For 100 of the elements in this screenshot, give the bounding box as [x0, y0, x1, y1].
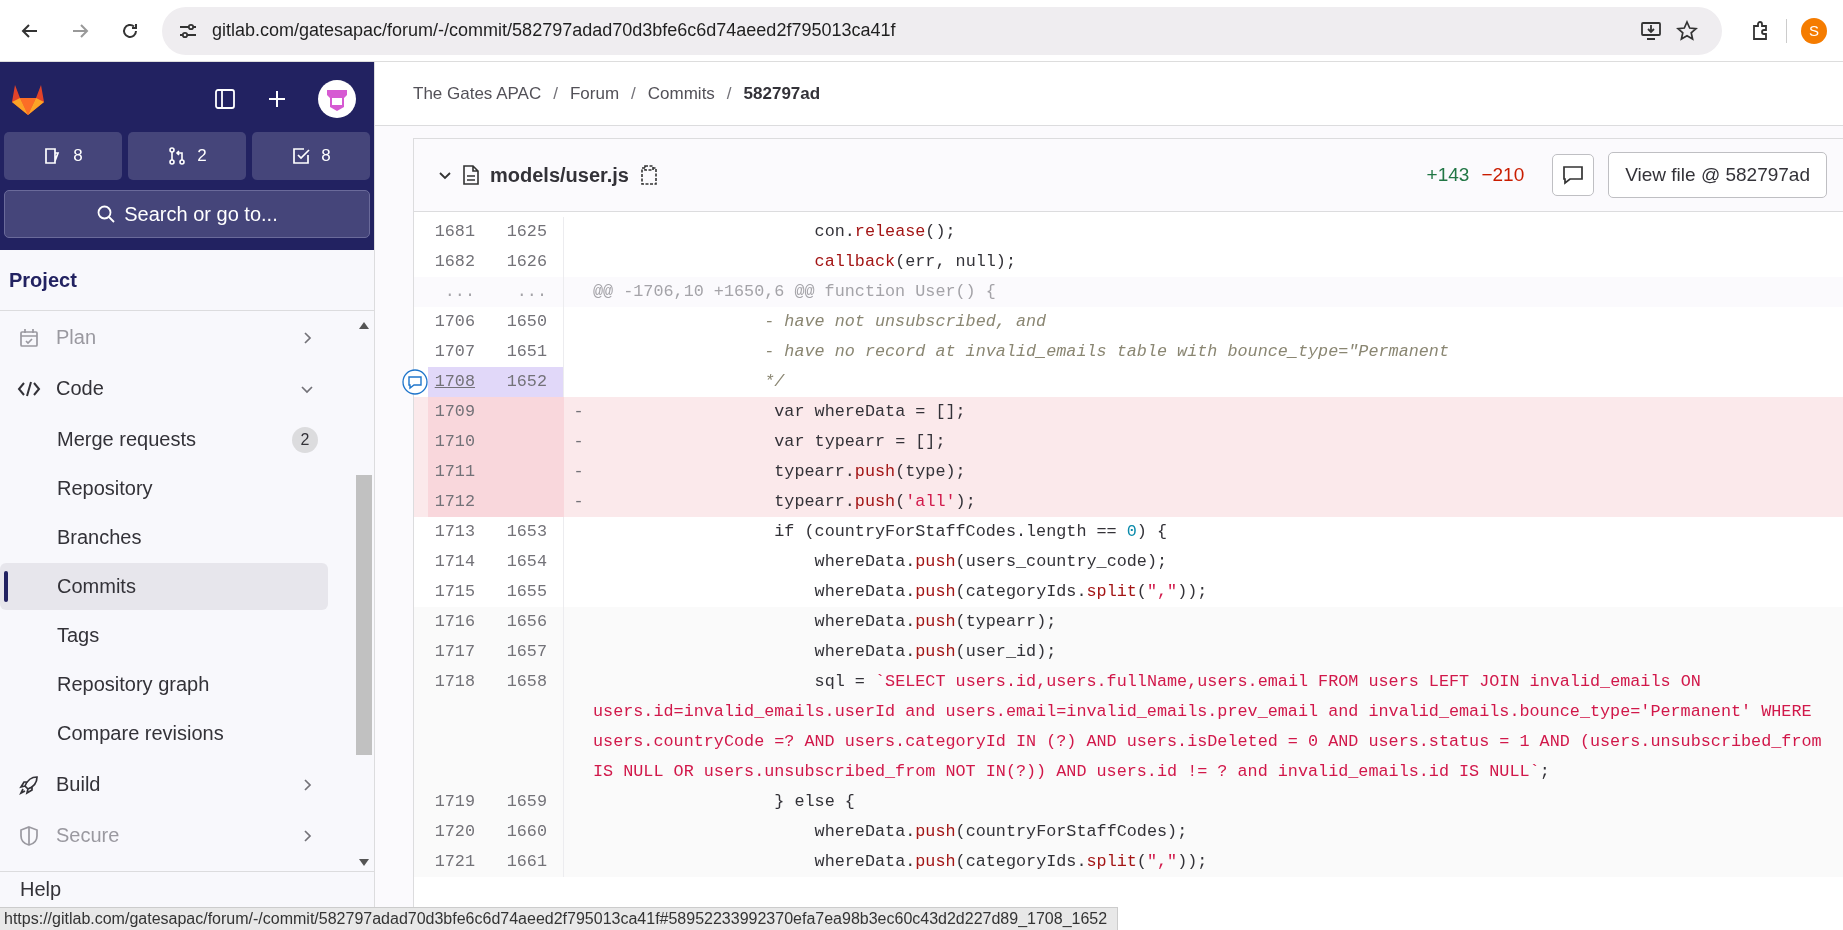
rocket-icon	[18, 773, 40, 796]
breadcrumb-separator: /	[726, 83, 732, 104]
line-number[interactable]: 1718	[428, 667, 487, 787]
view-file-button[interactable]: View file @ 582797ad	[1608, 152, 1827, 198]
file-icon	[462, 164, 480, 186]
address-bar[interactable]: gitlab.com/gatesapac/forum/-/commit/582797adad70d3bfe6c6d74aeed2f795013ca41f	[162, 6, 1722, 55]
search-icon	[96, 204, 117, 224]
code-line: whereData.push(countryForStaffCodes);	[813, 821, 1189, 843]
user-avatar[interactable]	[318, 80, 356, 118]
nav-subitem[interactable]: Repository graph	[0, 661, 328, 708]
nav-item[interactable]: Build	[0, 759, 354, 810]
line-number[interactable]: ...	[487, 277, 564, 307]
diff-sign: -	[572, 491, 585, 513]
code-line: typearr.push(type);	[773, 461, 967, 483]
calendar-icon	[18, 326, 40, 349]
scroll-down-icon[interactable]	[359, 859, 369, 867]
code-line: if (countryForStaffCodes.length == 0) {	[773, 521, 1169, 543]
line-number[interactable]: 1710	[428, 427, 487, 457]
line-number[interactable]: 1652	[487, 367, 564, 397]
nav-subitem[interactable]: Commits	[0, 563, 328, 610]
code-line: */	[763, 371, 786, 393]
nav-subitem[interactable]: Branches	[0, 514, 328, 561]
comment-icon[interactable]	[402, 369, 428, 395]
code-line: whereData.push(typearr);	[813, 611, 1058, 633]
breadcrumb-link[interactable]: The Gates APAC	[413, 83, 542, 104]
nav-subitem[interactable]: Merge requests 2	[0, 416, 328, 463]
shield-icon	[18, 824, 40, 847]
line-number[interactable]: 1715	[428, 577, 487, 607]
line-number[interactable]: 1661	[487, 847, 564, 877]
comment-button[interactable]	[1552, 154, 1595, 196]
nav-item[interactable]: Code	[0, 363, 354, 414]
nav-subitem[interactable]: Compare revisions	[0, 710, 328, 757]
diff-sign: -	[572, 401, 585, 423]
line-number[interactable]: 1711	[428, 457, 487, 487]
help-item[interactable]: Help	[20, 872, 62, 906]
line-number[interactable]: 1707	[428, 337, 487, 367]
search-field[interactable]: Search or go to...	[4, 190, 370, 238]
nav-item[interactable]: Plan	[0, 312, 354, 363]
code-line: whereData.push(categoryIds.split(","));	[813, 581, 1209, 603]
line-number[interactable]: 1706	[428, 307, 487, 337]
line-number[interactable]: 1721	[428, 847, 487, 877]
line-number[interactable]: ...	[428, 277, 487, 307]
plus-icon[interactable]	[266, 88, 288, 110]
install-icon[interactable]	[1640, 20, 1662, 41]
line-number[interactable]: 1709	[428, 397, 487, 427]
breadcrumb-link[interactable]: 582797ad	[743, 83, 821, 104]
section-title: Project	[0, 250, 374, 311]
deletions-count: −210	[1481, 164, 1525, 186]
merge-request-icon	[167, 146, 188, 166]
additions-count: +143	[1426, 164, 1470, 186]
breadcrumb-separator: /	[631, 83, 636, 104]
nav-item[interactable]: Secure	[0, 810, 354, 861]
count-badge: 2	[292, 426, 318, 453]
code-line: callback(err, null);	[813, 251, 1017, 273]
counter-button[interactable]: 8	[252, 132, 370, 180]
code-line: whereData.push(users_country_code);	[813, 551, 1169, 573]
profile-avatar[interactable]: S	[1801, 17, 1827, 44]
scroll-up-icon[interactable]	[359, 321, 369, 329]
line-number[interactable]: 1720	[428, 817, 487, 847]
line-number[interactable]: 1719	[428, 787, 487, 817]
code-line: sql = `SELECT users.id,users.fullName,users.email FROM users LEFT JOIN invalid_emails ON users.id=invalid_emails.userId and users.email=invalid_emails.prev_email and invalid_emails.bounce_type='Permanent' WHERE users.countryCode =? AND users.categoryId IN (?) AND users.isDeleted = 0 AND users.status = 1 AND (users.unsubscribed_from IS NULL OR users.unsubscribed_from NOT IN(?)) AND users.id != ? and invalid_emails.id IS NULL`;	[593, 671, 1823, 783]
line-number[interactable]: 1654	[487, 547, 564, 577]
breadcrumb-link[interactable]: Commits	[647, 83, 715, 104]
code-line: - have no record at invalid_emails table with bounce_type="Permanent	[763, 341, 1450, 363]
nav-subitem[interactable]: Tags	[0, 612, 328, 659]
line-number[interactable]: 1625	[487, 217, 564, 247]
comment-icon	[1562, 165, 1585, 185]
counter-button[interactable]: 8	[4, 132, 122, 180]
code-line: var typearr = [];	[773, 431, 947, 453]
nav-subitem[interactable]: Repository	[0, 465, 328, 512]
line-number[interactable]: 1682	[428, 247, 487, 277]
star-icon[interactable]	[1676, 19, 1698, 42]
code-line: whereData.push(user_id);	[813, 641, 1058, 663]
counter-button[interactable]: 2	[128, 132, 246, 180]
line-number[interactable]: 1653	[487, 517, 564, 547]
code-line: @@ -1706,10 +1650,6 @@ function User() {	[593, 281, 997, 303]
diff-sign: -	[572, 431, 585, 453]
line-number[interactable]: 1650	[487, 307, 564, 337]
file-path[interactable]: models/user.js	[490, 163, 629, 187]
diff-sign: -	[572, 461, 585, 483]
line-number[interactable]: 1712	[428, 487, 487, 517]
line-number[interactable]: 1681	[428, 217, 487, 247]
site-info-icon[interactable]	[178, 21, 198, 40]
line-number[interactable]: 1714	[428, 547, 487, 577]
status-url: https://gitlab.com/gatesapac/forum/-/commit/582797adad70d3bfe6c6d74aeed2f795013ca41f#58952233992370efa7ea98b3ec60c43d2d227d89_1708_1652	[0, 907, 1119, 930]
breadcrumb-link[interactable]: Forum	[569, 83, 620, 104]
sidebar-toggle-icon[interactable]	[214, 88, 236, 110]
code-line: whereData.push(categoryIds.split(","));	[813, 851, 1209, 873]
line-number[interactable]: 1716	[428, 607, 487, 637]
clipboard-icon[interactable]	[638, 164, 659, 186]
checkbox-icon	[291, 146, 312, 166]
code-line: typearr.push('all');	[773, 491, 977, 513]
breadcrumb-separator: /	[553, 83, 558, 104]
line-number[interactable]: 1713	[428, 517, 487, 547]
code-line: } else {	[773, 791, 856, 813]
code-line: var whereData = [];	[773, 401, 967, 423]
line-number[interactable]: 1717	[428, 637, 487, 667]
code-line: - have not unsubscribed, and	[763, 311, 1048, 333]
line-number[interactable]: 1708	[428, 367, 487, 397]
url-text: gitlab.com/gatesapac/forum/-/commit/582797adad70d3bfe6c6d74aeed2f795013ca41f	[212, 20, 896, 41]
